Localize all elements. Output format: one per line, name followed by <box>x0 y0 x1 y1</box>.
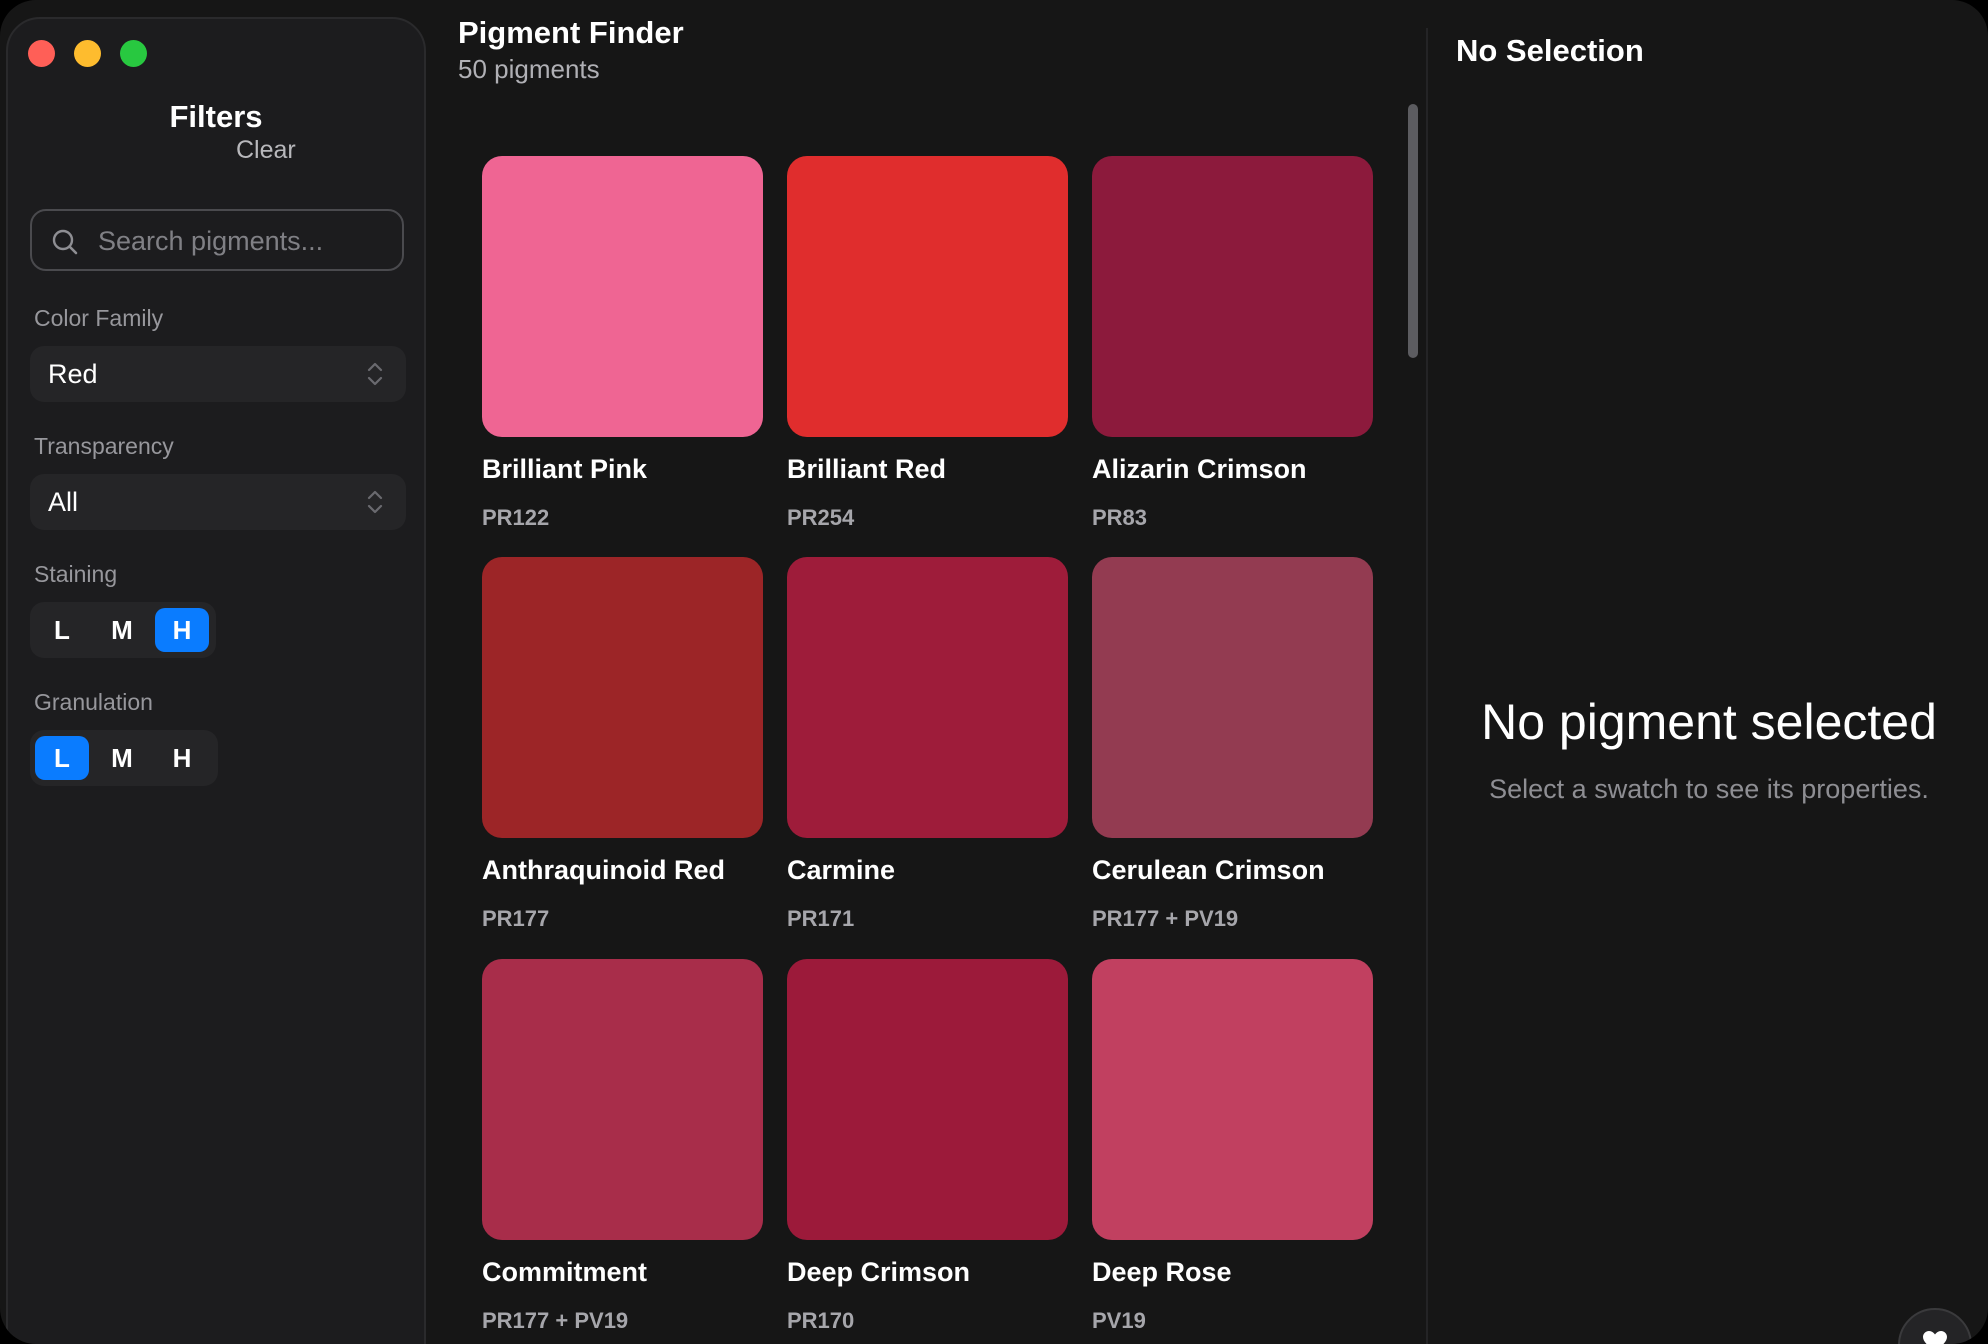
pigment-grid: Brilliant Pink PR122 Brilliant Red PR254… <box>482 156 1382 1344</box>
pigment-name: Anthraquinoid Red <box>482 855 725 885</box>
pigment-swatch[interactable] <box>1092 557 1373 838</box>
pigment-count: 50 pigments <box>458 54 600 84</box>
granulation-option-h[interactable]: H <box>155 736 209 780</box>
search-input[interactable] <box>96 219 390 263</box>
pigment-name: Carmine <box>787 855 896 885</box>
pigment-code: PR177 + PV19 <box>482 1308 629 1333</box>
color-family-select[interactable]: Red <box>30 346 406 402</box>
transparency-label: Transparency <box>34 433 174 459</box>
pigment-name: Brilliant Pink <box>482 454 648 484</box>
pigment-swatch[interactable] <box>482 156 763 437</box>
granulation-segmented-control: L M H <box>30 730 218 786</box>
filters-title: Filters <box>169 99 263 134</box>
staining-label: Staining <box>34 561 118 587</box>
pigment-swatch[interactable] <box>787 557 1068 838</box>
window-minimize-button[interactable] <box>74 40 101 67</box>
pigment-swatch[interactable] <box>1092 959 1373 1240</box>
pigment-swatch[interactable] <box>1092 156 1373 437</box>
granulation-label: Granulation <box>34 689 153 715</box>
clear-filters-button[interactable]: Clear <box>236 136 296 165</box>
empty-state-subtitle: Select a swatch to see its properties. <box>1489 774 1929 804</box>
pigment-code: PR254 <box>787 505 855 530</box>
pigment-code: PR83 <box>1092 505 1148 530</box>
staining-option-h[interactable]: H <box>155 608 209 652</box>
pigment-name: Alizarin Crimson <box>1092 454 1307 484</box>
pigment-swatch[interactable] <box>482 959 763 1240</box>
app-window: Filters Clear Color Family Red Transpare… <box>0 0 1988 1344</box>
transparency-select[interactable]: All <box>30 474 406 530</box>
pigment-code: PR170 <box>787 1308 855 1333</box>
pigment-swatch[interactable] <box>787 156 1068 437</box>
chevron-up-down-icon <box>367 490 383 514</box>
pigment-name: Cerulean Crimson <box>1092 855 1325 885</box>
color-family-value: Red <box>48 359 98 389</box>
search-field[interactable] <box>30 209 404 271</box>
pigment-name: Commitment <box>482 1257 648 1287</box>
granulation-option-m[interactable]: M <box>95 736 149 780</box>
favorites-button[interactable] <box>1898 1308 1972 1344</box>
staining-option-m[interactable]: M <box>95 608 149 652</box>
window-close-button[interactable] <box>28 40 55 67</box>
pigment-code: PR122 <box>482 505 550 530</box>
grid-scrollbar[interactable] <box>1406 104 1420 364</box>
granulation-option-l[interactable]: L <box>35 736 89 780</box>
detail-title: No Selection <box>1456 33 1644 68</box>
pigment-name: Deep Rose <box>1092 1257 1232 1287</box>
page-title: Pigment Finder <box>458 15 684 50</box>
empty-state-heading: No pigment selected <box>1481 694 1937 750</box>
pigment-swatch[interactable] <box>787 959 1068 1240</box>
pigment-code: PV19 <box>1092 1308 1146 1333</box>
chevron-up-down-icon <box>367 362 383 386</box>
pigment-swatch[interactable] <box>482 557 763 838</box>
pigment-name: Deep Crimson <box>787 1257 971 1287</box>
pigment-name: Brilliant Red <box>787 454 947 484</box>
staining-option-l[interactable]: L <box>35 608 89 652</box>
pigment-code: PR177 <box>482 906 550 931</box>
transparency-value: All <box>48 487 79 517</box>
scrollbar-thumb[interactable] <box>1408 104 1418 358</box>
search-icon <box>52 229 78 255</box>
pane-divider[interactable] <box>1426 28 1428 1344</box>
filters-sidebar: Filters Clear Color Family Red Transpare… <box>6 17 426 1344</box>
pigment-code: PR171 <box>787 906 855 931</box>
color-family-label: Color Family <box>34 305 164 331</box>
staining-segmented-control: L M H <box>30 602 216 658</box>
pigment-code: PR177 + PV19 <box>1092 906 1239 931</box>
window-maximize-button[interactable] <box>120 40 147 67</box>
heart-icon <box>1923 1331 1947 1344</box>
